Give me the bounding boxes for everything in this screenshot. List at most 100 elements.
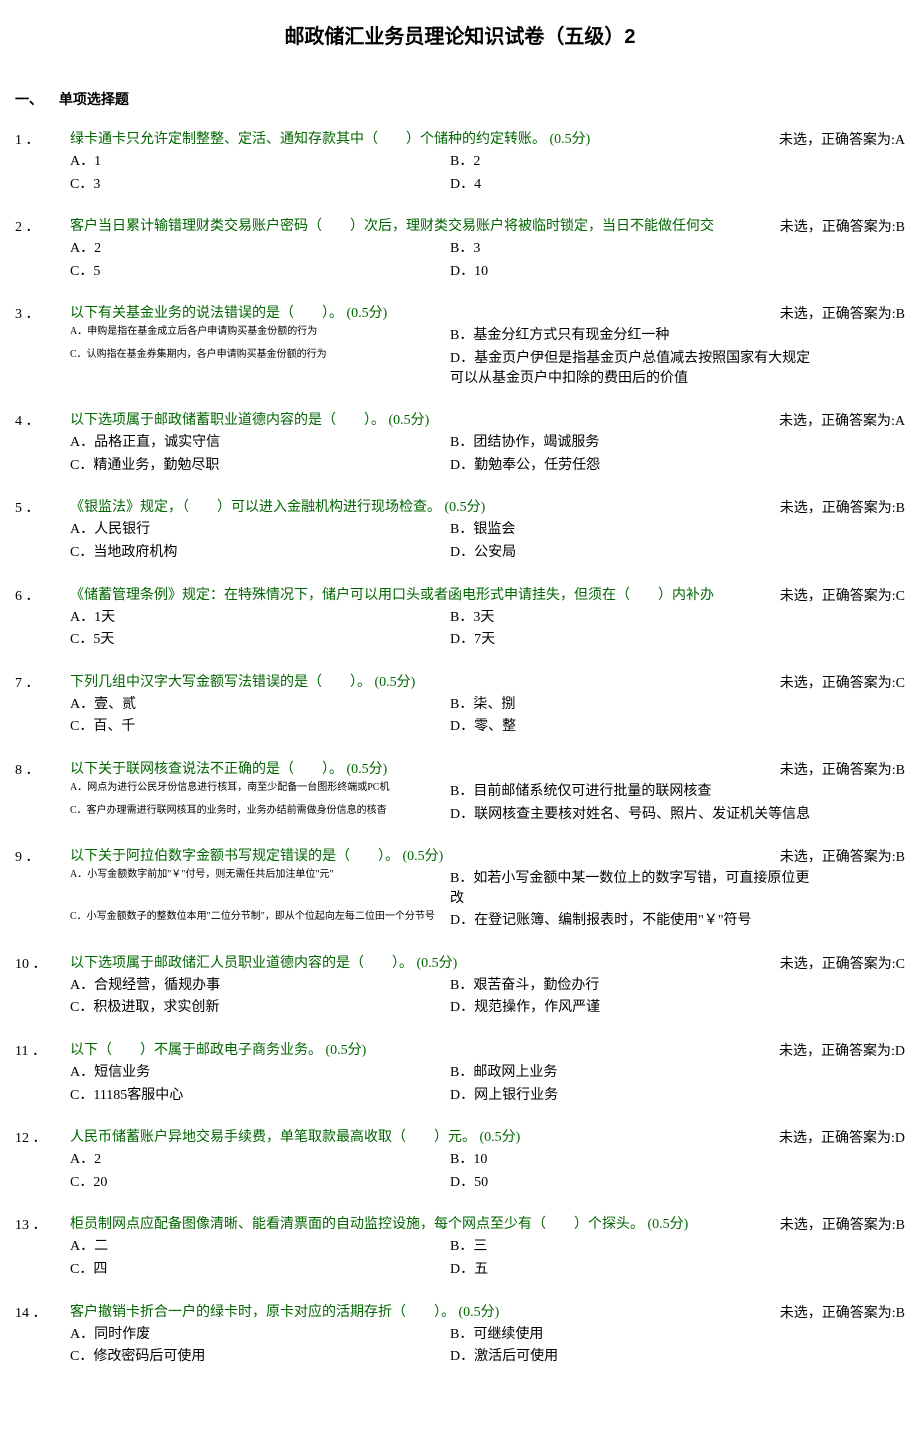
question: 2 ．客户当日累计输错理财类交易账户密码（ ）次后，理财类交易账户将被临时锁定，…: [15, 216, 905, 281]
options: A．品格正直，诚实守信 B．团结协作，竭诚服务 C．精通业务，勤勉尽职 D．勤勉奉公，…: [70, 433, 905, 475]
option: A．申购是指在基金成立后各户申请购买基金份额的行为: [70, 326, 440, 346]
option: A．二: [70, 1237, 440, 1257]
answer-status: 未选，正确答案为:D: [779, 1040, 905, 1060]
question-stem: 以下选项属于邮政储蓄职业道德内容的是（ ）。 (0.5分): [70, 410, 771, 431]
options: A．1天B．3天C．5天D．7天: [70, 608, 905, 650]
option: A．小写金额数字前加"￥"付号，则无需任共后加注单位"元": [70, 869, 440, 908]
question-stem: 以下选项属于邮政储汇人员职业道德内容的是（ ）。 (0.5分): [70, 953, 772, 974]
option: A．品格正直，诚实守信: [70, 433, 440, 453]
option: A．人民银行: [70, 520, 440, 540]
question-stem: 《银监法》规定，（ ）可以进入金融机构进行现场检查。 (0.5分): [70, 497, 772, 518]
question-number: 3 ．: [15, 303, 65, 323]
option: D．零、整: [450, 717, 820, 737]
options: A．网点为进行公民牙份信息进行核耳，南至少配备一台图形终端或PC机B．目前邮储系…: [70, 782, 905, 824]
options: A．短信业务 B．邮政网上业务 C．11185客服中心 D．网上银行业务: [70, 1063, 905, 1105]
option: C．5: [70, 262, 440, 282]
option: D．公安局: [450, 543, 820, 563]
question-stem: 《储蓄管理条例》规定：在特殊情况下，储户可以用口头或者函电形式申请挂失，但须在（…: [70, 585, 772, 606]
option: C．四: [70, 1260, 440, 1280]
option: D．4: [450, 175, 820, 195]
answer-status: 未选，正确答案为:B: [780, 1214, 905, 1234]
section-header: 一、 单项选择题: [15, 89, 905, 109]
option: C．11185客服中心: [70, 1086, 440, 1106]
question-number: 10 ．: [15, 953, 65, 973]
page-title: 邮政储汇业务员理论知识试卷（五级）2: [15, 20, 905, 49]
question-stem: 以下关于阿拉伯数字金额书写规定错误的是（ ）。 (0.5分): [70, 846, 772, 867]
answer-status: 未选，正确答案为:C: [780, 672, 905, 692]
question-number: 1 ．: [15, 129, 65, 149]
answer-status: 未选，正确答案为:C: [780, 585, 905, 605]
option: D．7天: [450, 630, 820, 650]
option: B．基金分红方式只有现金分红一种: [450, 326, 820, 346]
option: D．50: [450, 1173, 820, 1193]
option: C．当地政府机构: [70, 543, 440, 563]
question-stem: 以下关于联网核查说法不正确的是（ ）。 (0.5分): [70, 759, 772, 780]
answer-status: 未选，正确答案为:C: [780, 953, 905, 973]
option: A．壹、贰: [70, 695, 440, 715]
option: B．邮政网上业务: [450, 1063, 820, 1083]
answer-status: 未选，正确答案为:B: [780, 846, 905, 866]
question-stem: 绿卡通卡只允许定制整整、定活、通知存款其中（ ）个储种的约定转账。 (0.5分): [70, 129, 771, 150]
question: 12 ．人民币储蓄账户异地交易手续费，单笔取款最高收取（ ）元。 (0.5分)未…: [15, 1127, 905, 1192]
question: 3 ．以下有关基金业务的说法错误的是（ ）。 (0.5分)未选，正确答案为:BA…: [15, 303, 905, 388]
options: A．2B．3C．5D．10: [70, 239, 905, 281]
options: A．二 B．三 C．四 D．五: [70, 1237, 905, 1279]
option: C．3: [70, 175, 440, 195]
answer-status: 未选，正确答案为:A: [779, 129, 905, 149]
options: A．申购是指在基金成立后各户申请购买基金份额的行为 B．基金分红方式只有现金分红一…: [70, 326, 905, 388]
question-number: 4 ．: [15, 410, 65, 430]
option: A．短信业务: [70, 1063, 440, 1083]
option: C．小写金额数子的整数位本用"二位分节制"，即从个位起向左每二位田一个分节号: [70, 911, 440, 931]
option: B．柒、捌: [450, 695, 820, 715]
options: A．1 B．2 C．3 D．4: [70, 152, 905, 194]
option: A．2: [70, 239, 440, 259]
option: D．网上银行业务: [450, 1086, 820, 1106]
option: C．20: [70, 1173, 440, 1193]
options: A．人民银行 B．银监会 C．当地政府机构 D．公安局: [70, 520, 905, 562]
options: A．同时作废B．可继续使用C．修改密码后可使用D．激活后可使用: [70, 1325, 905, 1367]
question-number: 11 ．: [15, 1040, 65, 1060]
option: C．客户办理需进行联网核耳的业务时，业务办结前需做身份信息的核杳: [70, 805, 440, 825]
option: B．团结协作，竭诚服务: [450, 433, 820, 453]
question: 9 ．以下关于阿拉伯数字金额书写规定错误的是（ ）。 (0.5分) 未选，正确答案…: [15, 846, 905, 931]
question-stem: 下列几组中汉字大写金额写法错误的是（ ）。 (0.5分): [70, 672, 772, 693]
option: D．勤勉奉公，任劳任怨: [450, 456, 820, 476]
option: D．基金页户伊但是指基金页户总值减去按照国家有大规定可以从基金页户中扣除的费田后…: [450, 349, 820, 388]
question-number: 7 ．: [15, 672, 65, 692]
question-number: 6 ．: [15, 585, 65, 605]
option: A．1: [70, 152, 440, 172]
option: B．三: [450, 1237, 820, 1257]
question: 1 ．绿卡通卡只允许定制整整、定活、通知存款其中（ ）个储种的约定转账。 (0.…: [15, 129, 905, 194]
answer-status: 未选，正确答案为:D: [779, 1127, 905, 1147]
options: A．壹、贰B．柒、捌C．百、千D．零、整: [70, 695, 905, 737]
option: C．精通业务，勤勉尽职: [70, 456, 440, 476]
question: 6 ．《储蓄管理条例》规定：在特殊情况下，储户可以用口头或者函电形式申请挂失，但…: [15, 585, 905, 650]
question-stem: 客户当日累计输错理财类交易账户密码（ ）次后，理财类交易账户将被临时锁定，当日不…: [70, 216, 772, 237]
option: C．修改密码后可使用: [70, 1347, 440, 1367]
question: 5 ．《银监法》规定，（ ）可以进入金融机构进行现场检查。 (0.5分)未选，正…: [15, 497, 905, 562]
option: C．5天: [70, 630, 440, 650]
option: A．同时作废: [70, 1325, 440, 1345]
option: A．合规经营，循规办事: [70, 976, 440, 996]
option: B．可继续使用: [450, 1325, 820, 1345]
answer-status: 未选，正确答案为:B: [780, 497, 905, 517]
question-number: 9 ．: [15, 846, 65, 866]
question-number: 2 ．: [15, 216, 65, 236]
answer-status: 未选，正确答案为:B: [780, 303, 905, 323]
option: D．五: [450, 1260, 820, 1280]
option: A．1天: [70, 608, 440, 628]
option: B．艰苦奋斗，勤俭办行: [450, 976, 820, 996]
answer-status: 未选，正确答案为:B: [780, 216, 905, 236]
question: 11 ．以下（ ）不属于邮政电子商务业务。 (0.5分)未选，正确答案为:DA．…: [15, 1040, 905, 1105]
answer-status: 未选，正确答案为:B: [780, 759, 905, 779]
option: B．2: [450, 152, 820, 172]
question: 10 ．以下选项属于邮政储汇人员职业道德内容的是（ ）。 (0.5分) 未选，正确…: [15, 953, 905, 1018]
option: D．10: [450, 262, 820, 282]
question-stem: 柜员制网点应配备图像清晰、能看清票面的自动监控设施，每个网点至少有（ ）个探头。…: [70, 1214, 772, 1235]
option: B．银监会: [450, 520, 820, 540]
option: A．2: [70, 1150, 440, 1170]
question-number: 12 ．: [15, 1127, 65, 1147]
option: B．10: [450, 1150, 820, 1170]
options: A．合规经营，循规办事B．艰苦奋斗，勤俭办行C．积极进取，求实创新D．规范操作，…: [70, 976, 905, 1018]
section-number: 一、: [15, 89, 55, 109]
